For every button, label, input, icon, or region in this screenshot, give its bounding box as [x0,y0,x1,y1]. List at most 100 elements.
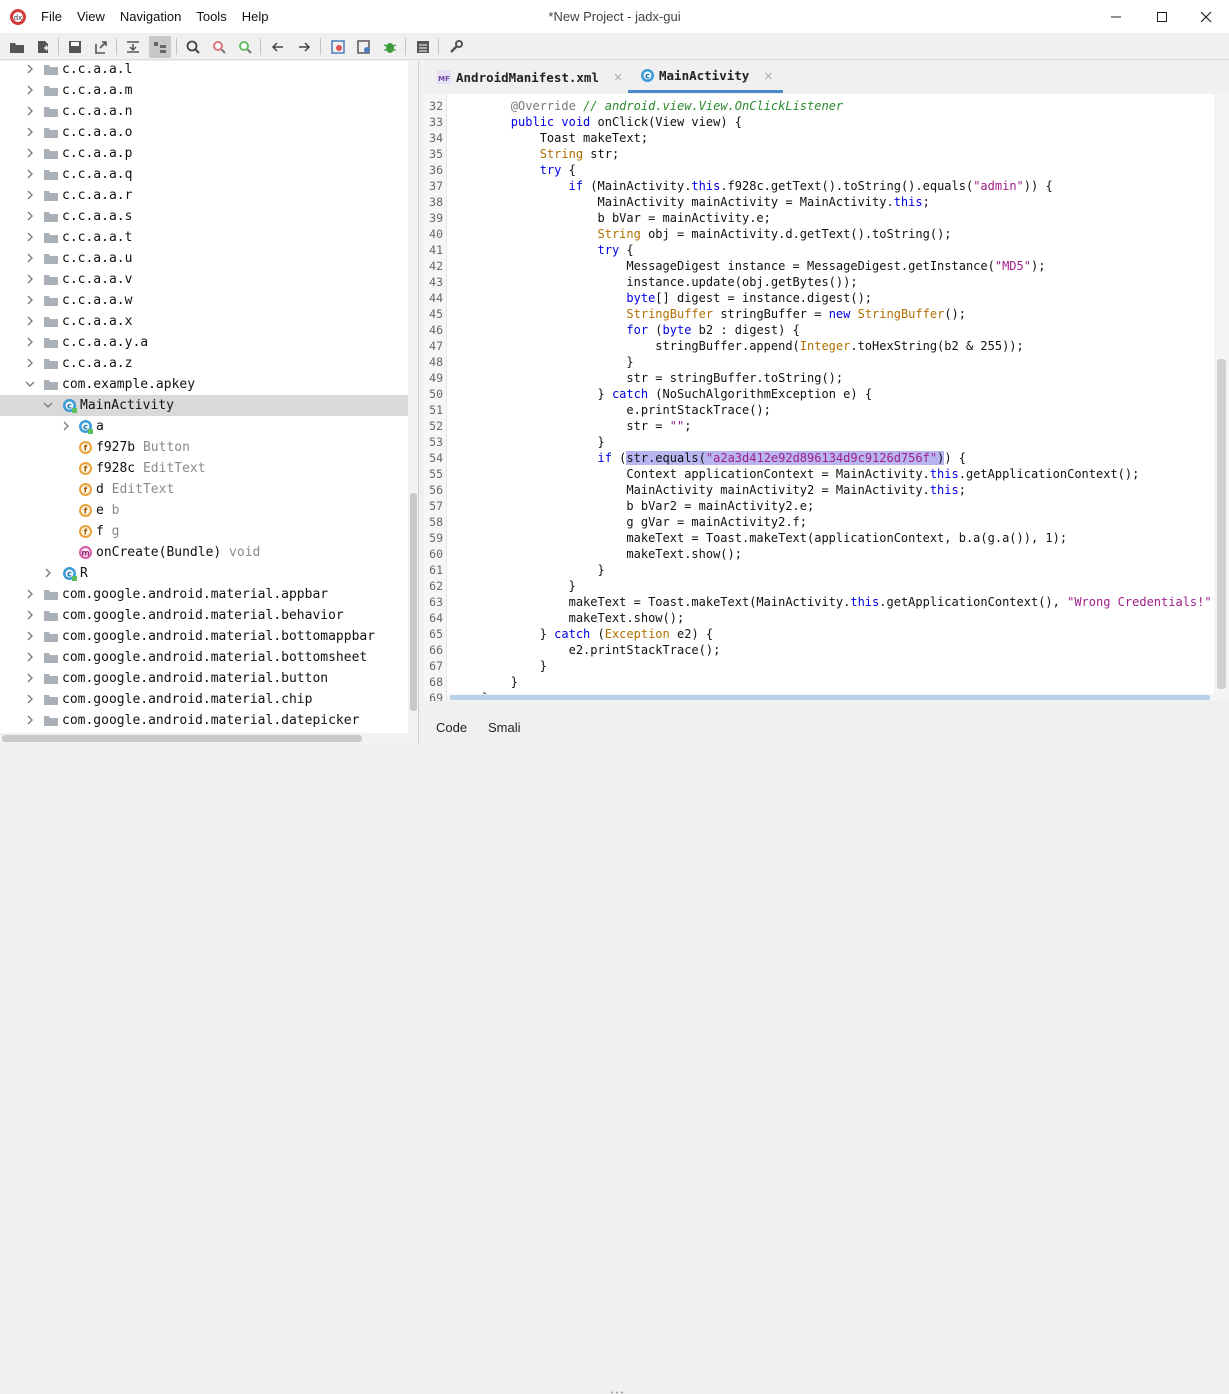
tree-row[interactable]: c.c.a.a.w [0,290,408,311]
export-button[interactable] [90,36,112,58]
chevron-right-icon[interactable] [24,227,36,248]
chevron-right-icon[interactable] [24,122,36,143]
tree-row[interactable]: com.google.android.material.button [0,668,408,689]
code-editor[interactable]: 32 33 34 35 36 37 38 39 40 41 42 43 44 45 46 47 48 49 50 51… [424,94,1229,701]
tree-row[interactable]: c.c.a.a.q [0,164,408,185]
close-window-button[interactable] [1183,0,1229,33]
chevron-right-icon[interactable] [24,248,36,269]
minimize-button[interactable] [1093,0,1139,33]
add-files-button[interactable] [32,36,54,58]
chevron-right-icon[interactable] [24,185,36,206]
chevron-right-icon[interactable] [24,668,36,689]
chevron-down-icon[interactable] [42,395,54,416]
tree-row-label: f927b Button [96,440,190,455]
flatten-packages-button[interactable] [149,36,171,58]
tab-androidmanifest[interactable]: MF AndroidManifest.xml × [436,61,626,93]
chevron-right-icon[interactable] [24,311,36,332]
search-class-button[interactable] [208,36,230,58]
tree-row[interactable]: c.c.a.a.l [0,61,408,80]
tab-mainactivity[interactable]: c MainActivity × [628,61,783,93]
arrow-left-icon [271,42,283,52]
tree-row[interactable]: com.example.apkey [0,374,408,395]
deobfuscation-button[interactable] [327,36,349,58]
tree-row[interactable]: com.google.android.material.behavior [0,605,408,626]
tree-horizontal-scroll-thumb[interactable] [2,735,362,742]
line-number: 65 [429,627,443,641]
chevron-right-icon[interactable] [24,61,36,80]
tree-row[interactable]: com.google.android.material.bottomappbar [0,626,408,647]
chevron-right-icon[interactable] [24,206,36,227]
chevron-right-icon[interactable] [24,689,36,710]
tree-row[interactable]: fe b [0,500,408,521]
tree-row[interactable]: c.c.a.a.m [0,80,408,101]
tree-vertical-scroll-thumb[interactable] [410,493,417,711]
line-number-gutter: 32 33 34 35 36 37 38 39 40 41 42 43 44 45 46 47 48 49 50 51… [424,94,447,701]
tree-row[interactable]: m onCreate(Bundle) void [0,542,408,563]
close-tab-icon[interactable]: × [763,69,773,83]
chevron-right-icon[interactable] [24,290,36,311]
log-viewer-button[interactable] [353,36,375,58]
tree-row[interactable]: c.c.a.a.p [0,143,408,164]
tree-row[interactable]: f f928c EditText [0,458,408,479]
tree-row[interactable]: c.c.a.a.o [0,122,408,143]
chevron-right-icon[interactable] [24,80,36,101]
chevron-right-icon[interactable] [24,269,36,290]
tree-row[interactable]: c.c.a.a.n [0,101,408,122]
chevron-right-icon[interactable] [24,332,36,353]
debug-button[interactable] [379,36,401,58]
chevron-right-icon[interactable] [60,416,72,437]
line-number: 55 [429,467,443,481]
code-line: } [453,578,576,594]
code-line: MessageDigest instance = MessageDigest.g… [453,258,1045,274]
tree-row[interactable]: c.c.a.a.t [0,227,408,248]
chevron-right-icon[interactable] [24,143,36,164]
tree-row[interactable]: c.c.a.a.u [0,248,408,269]
editor-horizontal-scroll-thumb[interactable] [450,695,1210,700]
line-number: 33 [429,115,443,129]
svg-text:f: f [84,465,88,474]
class-tree-panel: c.c.a.a.l c.c.a.a.m c.c.a.a.n c.c.a.a.o c.c.… [0,61,419,745]
tab-code[interactable]: Code [436,720,467,735]
chevron-right-icon[interactable] [24,710,36,731]
tree-row[interactable]: cR [0,563,408,584]
chevron-right-icon[interactable] [24,626,36,647]
preferences-button[interactable] [445,36,467,58]
tree-row[interactable]: ff g [0,521,408,542]
save-button[interactable] [64,36,86,58]
chevron-right-icon[interactable] [24,605,36,626]
maximize-button[interactable] [1139,0,1185,33]
tree-row[interactable]: f d EditText [0,479,408,500]
tree-row[interactable]: com.google.android.material.bottomsheet [0,647,408,668]
chevron-right-icon[interactable] [24,164,36,185]
tree-row[interactable]: c.c.a.a.z [0,353,408,374]
tree-row[interactable]: com.google.android.material.datepicker [0,710,408,731]
tab-smali[interactable]: Smali [488,720,521,735]
chevron-right-icon[interactable] [24,584,36,605]
chevron-right-icon[interactable] [42,563,54,584]
tree-row[interactable]: com.google.android.material.appbar [0,584,408,605]
tree-row[interactable]: c.c.a.a.r [0,185,408,206]
tree-row[interactable]: c.c.a.a.x [0,311,408,332]
line-number: 58 [429,515,443,529]
tree-row[interactable]: c.c.a.a.y.a [0,332,408,353]
chevron-right-icon[interactable] [24,353,36,374]
tree-row[interactable]: c.c.a.a.v [0,269,408,290]
chevron-right-icon[interactable] [24,101,36,122]
code-token: (MainActivity. [583,179,692,193]
forward-button[interactable] [293,36,315,58]
sync-tree-button[interactable] [122,36,144,58]
editor-vertical-scroll-thumb[interactable] [1217,359,1226,689]
preferences-list-button[interactable] [412,36,434,58]
tree-row[interactable]: com.google.android.material.chip [0,689,408,710]
chevron-down-icon[interactable] [24,374,36,395]
tree-row[interactable]: f f927b Button [0,437,408,458]
open-file-button[interactable] [6,36,28,58]
tree-row[interactable]: c MainActivity [0,395,408,416]
close-tab-icon[interactable]: × [613,70,623,84]
chevron-right-icon[interactable] [24,647,36,668]
search-text-button[interactable] [182,36,204,58]
tree-row[interactable]: c.c.a.a.s [0,206,408,227]
back-button[interactable] [267,36,289,58]
find-usage-button[interactable] [234,36,256,58]
tree-row[interactable]: ca [0,416,408,437]
